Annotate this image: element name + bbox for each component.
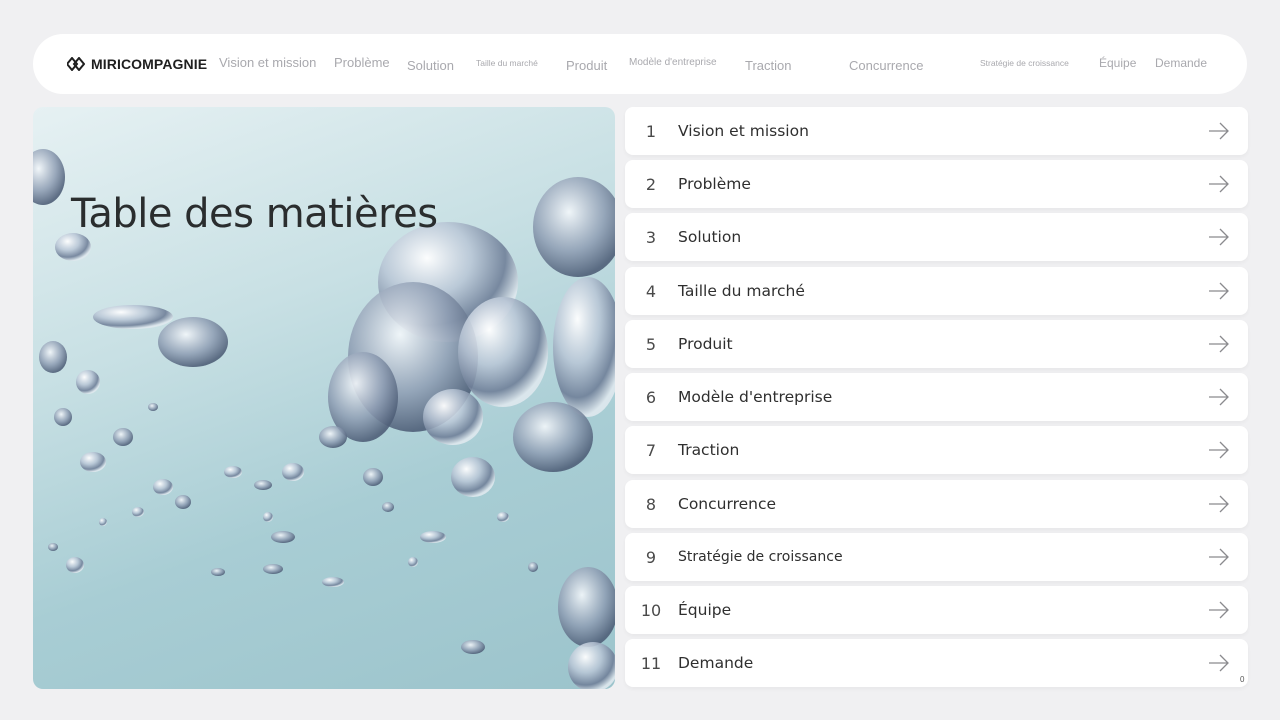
toc-item-produit[interactable]: 5 Produit — [625, 320, 1248, 368]
nav-link-modele[interactable]: Modèle d'entreprise — [629, 57, 717, 68]
toc-item-taille-marche[interactable]: 4 Taille du marché — [625, 267, 1248, 315]
toc-item-number: 10 — [640, 600, 662, 620]
toc-item-number: 5 — [645, 334, 657, 354]
toc-item-label: Produit — [678, 335, 733, 353]
brand-name: MIRICOMPAGNIE — [91, 56, 208, 72]
toc-item-label: Solution — [678, 228, 742, 246]
arrow-right-icon — [1209, 335, 1229, 353]
arrow-right-icon — [1209, 601, 1229, 619]
arrow-right-icon — [1209, 175, 1229, 193]
arrow-right-icon — [1209, 388, 1229, 406]
toc-item-modele[interactable]: 6 Modèle d'entreprise — [625, 373, 1248, 421]
hero-image-card: Table des matières — [33, 107, 615, 689]
toc-item-number: 3 — [645, 227, 657, 247]
arrow-right-icon — [1209, 548, 1229, 566]
toc-item-label: Taille du marché — [678, 282, 805, 300]
toc-item-probleme[interactable]: 2 Problème — [625, 160, 1248, 208]
arrow-right-icon — [1209, 122, 1229, 140]
arrow-right-icon — [1209, 228, 1229, 246]
toc-item-number: 8 — [645, 494, 657, 514]
page-number: 0 — [1240, 675, 1245, 684]
toc-item-vision[interactable]: 1 Vision et mission — [625, 107, 1248, 155]
toc-item-traction[interactable]: 7 Traction — [625, 426, 1248, 474]
toc-item-label: Concurrence — [678, 495, 777, 513]
nav-link-strategie[interactable]: Stratégie de croissance — [980, 58, 1069, 68]
nav-link-traction[interactable]: Traction — [745, 58, 791, 73]
brand-logo[interactable]: MIRICOMPAGNIE — [67, 34, 207, 94]
toc-item-number: 9 — [645, 547, 657, 567]
toc-item-number: 6 — [645, 387, 657, 407]
nav-link-demande[interactable]: Demande — [1155, 56, 1207, 70]
toc-item-demande[interactable]: 11 Demande — [625, 639, 1248, 687]
toc-item-label: Modèle d'entreprise — [678, 388, 833, 406]
nav-link-concurrence[interactable]: Concurrence — [849, 58, 923, 73]
nav-link-taille-marche[interactable]: Taille du marché — [476, 58, 538, 68]
arrow-right-icon — [1209, 495, 1229, 513]
toc-item-number: 7 — [645, 440, 657, 460]
toc-item-concurrence[interactable]: 8 Concurrence — [625, 480, 1248, 528]
toc-item-equipe[interactable]: 10 Équipe — [625, 586, 1248, 634]
nav-link-produit[interactable]: Produit — [566, 58, 607, 73]
nav-link-vision[interactable]: Vision et mission — [219, 55, 316, 70]
toc-item-label: Équipe — [678, 601, 732, 619]
top-navbar: MIRICOMPAGNIE Vision et mission Problème… — [33, 34, 1247, 94]
nav-link-probleme[interactable]: Problème — [334, 55, 390, 70]
nav-link-solution[interactable]: Solution — [407, 58, 454, 73]
toc-item-number: 1 — [645, 121, 657, 141]
nav-link-equipe[interactable]: Équipe — [1099, 56, 1136, 70]
arrow-right-icon — [1209, 654, 1229, 672]
toc-item-number: 11 — [640, 653, 662, 673]
linked-diamonds-icon — [67, 57, 85, 71]
toc-item-number: 4 — [645, 281, 657, 301]
toc-item-label: Vision et mission — [678, 122, 809, 140]
arrow-right-icon — [1209, 282, 1229, 300]
toc-item-label: Demande — [678, 654, 754, 672]
page-title: Table des matières — [71, 191, 438, 237]
toc-item-strategie[interactable]: 9 Stratégie de croissance — [625, 533, 1248, 581]
toc-item-solution[interactable]: 3 Solution — [625, 213, 1248, 261]
toc-item-number: 2 — [645, 174, 657, 194]
toc-item-label: Stratégie de croissance — [678, 549, 843, 565]
toc-item-label: Problème — [678, 175, 751, 193]
toc-item-label: Traction — [678, 441, 740, 459]
arrow-right-icon — [1209, 441, 1229, 459]
